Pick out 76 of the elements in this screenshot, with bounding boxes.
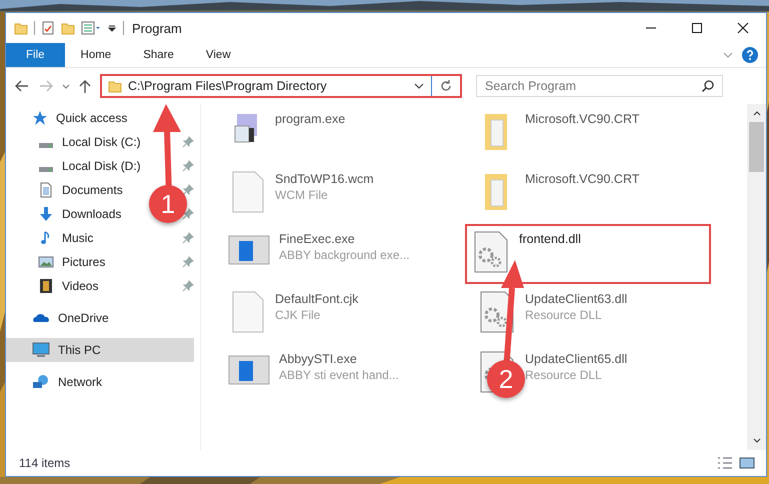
drive-icon — [38, 142, 54, 148]
properties-icon — [81, 21, 101, 35]
details-view-icon[interactable] — [716, 456, 734, 470]
pin-icon[interactable] — [182, 208, 194, 220]
large-icons-view-icon[interactable] — [738, 456, 756, 470]
window-title: Program — [132, 20, 182, 36]
sidebar-item[interactable]: Videos — [6, 274, 98, 298]
file-type: CJK File — [275, 308, 322, 322]
sidebar-item[interactable]: Quick access — [6, 106, 194, 130]
document-icon — [38, 182, 54, 198]
star-icon — [32, 110, 48, 126]
pin-icon[interactable] — [182, 256, 194, 268]
sidebar-item[interactable]: Pictures — [6, 250, 106, 274]
file-name[interactable]: frontend.dll — [519, 232, 581, 246]
scrollbar[interactable] — [747, 104, 766, 450]
drive-icon — [38, 166, 54, 172]
file-type: ABBY background exe... — [279, 248, 410, 262]
file-name[interactable]: DefaultFont.cjk — [275, 292, 358, 306]
file-type: Resource DLL — [525, 308, 603, 322]
folder-icon — [61, 21, 75, 35]
sidebar-item[interactable]: Local Disk (D:) — [6, 154, 141, 178]
ribbon-tab[interactable]: Home — [64, 43, 128, 67]
file-name[interactable]: AbbyySTI.exe — [279, 352, 399, 366]
ribbon-tab[interactable]: File — [6, 43, 65, 67]
dropdown-icon[interactable] — [413, 81, 425, 91]
pin-icon[interactable] — [182, 232, 194, 244]
ribbon-tab[interactable]: Share — [127, 43, 190, 67]
pin-icon[interactable] — [182, 280, 194, 292]
sidebar-item[interactable]: OneDrive — [6, 306, 194, 330]
sidebar-item[interactable]: Music — [6, 226, 94, 250]
folder-icon — [14, 21, 28, 35]
checklist-icon — [41, 21, 55, 35]
scroll-thumb[interactable] — [749, 122, 764, 172]
file-name[interactable]: UpdateClient63.dll — [525, 292, 628, 306]
path-text: C:\Program Files\Program Directory — [128, 79, 328, 93]
help-icon[interactable] — [742, 47, 758, 63]
search-icon — [701, 79, 715, 93]
file-name[interactable]: Microsoft.VC90.CRT — [525, 112, 640, 126]
sidebar-label: OneDrive — [58, 311, 109, 325]
sidebar-label: Local Disk (C:) — [62, 135, 141, 149]
file-type: ABBY sti event hand... — [279, 368, 399, 382]
down-arrow-icon — [38, 206, 54, 222]
ribbon-tab[interactable]: View — [190, 43, 247, 67]
sidebar-label: Documents — [62, 183, 123, 197]
sidebar-item[interactable]: Documents — [6, 178, 123, 202]
chevron-icon[interactable] — [722, 50, 734, 60]
file-name[interactable]: SndToWP16.wcm — [275, 172, 374, 186]
item-count: 114 items — [19, 456, 70, 470]
search-field[interactable]: Search Program — [476, 75, 723, 97]
sidebar-label: Local Disk (D:) — [62, 159, 141, 173]
monitor-icon — [32, 342, 50, 358]
sidebar-label: Music — [62, 231, 94, 245]
network-icon — [32, 374, 50, 390]
sidebar-label: Pictures — [62, 255, 106, 269]
sidebar-label: This PC — [58, 343, 101, 357]
film-icon — [38, 278, 54, 294]
sidebar-item[interactable]: This PC — [6, 338, 194, 362]
file-name[interactable]: Microsoft.VC90.CRT — [525, 172, 640, 186]
address-bar[interactable]: C:\Program Files\Program Directory — [100, 74, 462, 98]
sidebar-item[interactable]: Local Disk (C:) — [6, 130, 141, 154]
file-name[interactable]: program.exe — [275, 112, 346, 126]
file-name[interactable]: FineExec.exe — [279, 232, 410, 246]
sidebar-item[interactable]: Network — [6, 370, 194, 394]
pin-icon[interactable] — [182, 184, 194, 196]
pin-icon[interactable] — [182, 160, 194, 172]
sidebar-label: Network — [58, 375, 102, 389]
file-type: WCM File — [275, 188, 329, 202]
sidebar-label: Quick access — [56, 111, 128, 125]
file-type: Resource DLL — [525, 368, 603, 382]
sidebar-label: Videos — [62, 279, 98, 293]
sidebar-label: Downloads — [62, 207, 122, 221]
picture-icon — [38, 254, 54, 270]
pin-icon[interactable] — [182, 136, 194, 148]
folder-icon — [108, 79, 122, 93]
sidebar-item[interactable]: Downloads — [6, 202, 122, 226]
file-name[interactable]: UpdateClient65.dll — [525, 352, 628, 366]
